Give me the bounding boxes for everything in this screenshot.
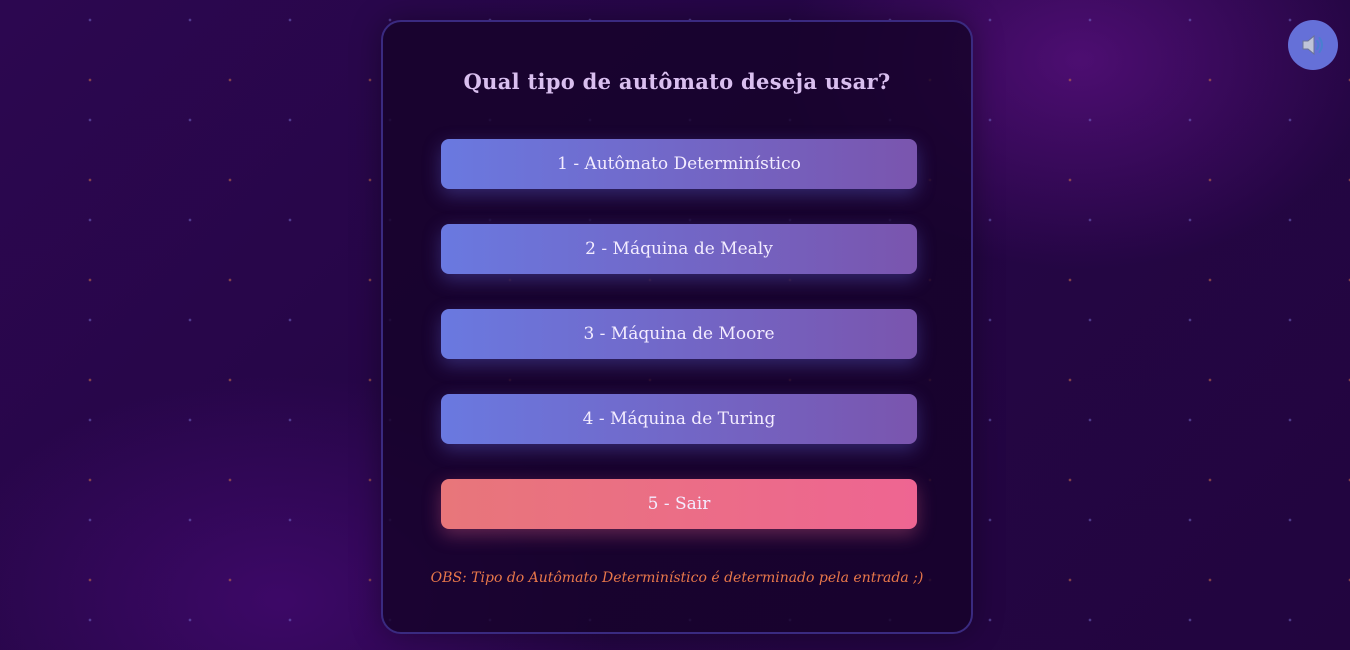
option-moore-machine-button[interactable]: 3 - Máquina de Moore bbox=[441, 309, 917, 359]
exit-button[interactable]: 5 - Sair bbox=[441, 479, 917, 529]
menu-title: Qual tipo de autômato deseja usar? bbox=[463, 69, 891, 94]
speaker-icon bbox=[1300, 33, 1326, 57]
sound-toggle-button[interactable] bbox=[1288, 20, 1338, 70]
option-mealy-machine-button[interactable]: 2 - Máquina de Mealy bbox=[441, 224, 917, 274]
footnote-text: OBS: Tipo do Autômato Determinístico é d… bbox=[430, 570, 924, 586]
option-turing-machine-button[interactable]: 4 - Máquina de Turing bbox=[441, 394, 917, 444]
option-deterministic-automaton-button[interactable]: 1 - Autômato Determinístico bbox=[441, 139, 917, 189]
menu-card: Qual tipo de autômato deseja usar? 1 - A… bbox=[381, 20, 973, 634]
options-list: 1 - Autômato Determinístico 2 - Máquina … bbox=[441, 139, 917, 529]
